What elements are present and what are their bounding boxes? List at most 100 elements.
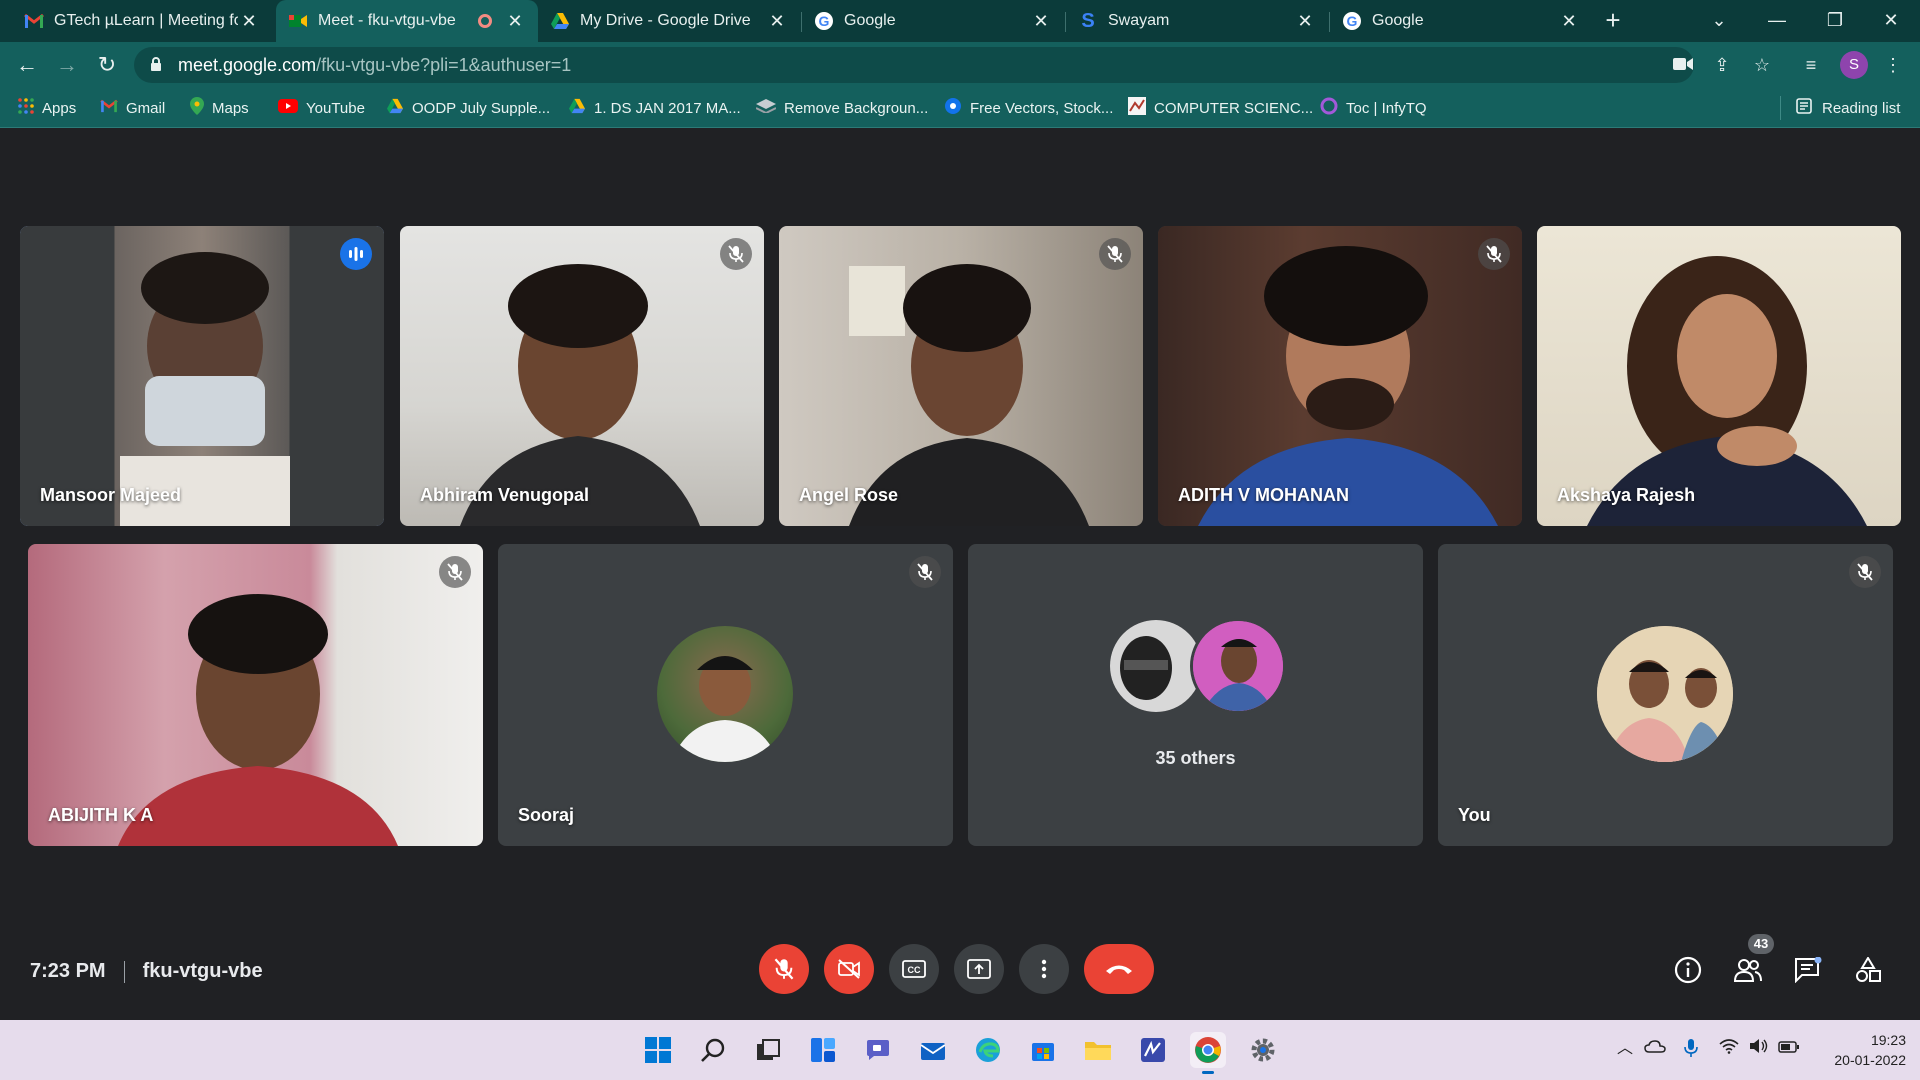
bookmark-freepik[interactable]: Free Vectors, Stock... — [944, 96, 1113, 120]
file-explorer-button[interactable] — [1080, 1032, 1116, 1068]
wifi-icon[interactable] — [1718, 1038, 1740, 1060]
bookmark-label: OODP July Supple... — [412, 99, 551, 117]
widgets-button[interactable] — [805, 1032, 841, 1068]
gear-icon — [1251, 1038, 1275, 1062]
system-clock[interactable]: 19:23 20-01-2022 — [1816, 1030, 1906, 1070]
settings-button[interactable] — [1245, 1032, 1281, 1068]
close-window-button[interactable]: ✕ — [1862, 0, 1920, 42]
info-icon — [1674, 956, 1702, 984]
menu-icon[interactable]: ⋮ — [1880, 52, 1906, 78]
tab-google-1[interactable]: G Google ✕ — [802, 0, 1064, 42]
mic-off-icon — [439, 556, 471, 588]
back-button[interactable]: ← — [12, 50, 42, 80]
chat-button[interactable] — [1790, 952, 1826, 988]
reload-button[interactable]: ↻ — [92, 50, 122, 80]
tab-meet[interactable]: Meet - fku-vtgu-vbe ✕ — [276, 0, 538, 42]
close-tab-icon[interactable]: ✕ — [1558, 11, 1580, 32]
participant-tile-akshaya[interactable]: Akshaya Rajesh — [1537, 226, 1901, 526]
microphone-icon[interactable] — [1680, 1038, 1702, 1060]
tab-drive[interactable]: My Drive - Google Drive ✕ — [538, 0, 800, 42]
chrome-button[interactable] — [1190, 1032, 1226, 1074]
close-tab-icon[interactable]: ✕ — [504, 11, 526, 32]
mail-button[interactable] — [915, 1032, 951, 1068]
mic-off-icon — [1478, 238, 1510, 270]
leave-call-button[interactable] — [1084, 944, 1154, 994]
url-path: /fku-vtgu-vbe?pli=1&authuser=1 — [316, 54, 572, 75]
tab-gtech[interactable]: GTech µLearn | Meeting for ✕ — [12, 0, 272, 42]
forward-button[interactable]: → — [52, 50, 82, 80]
participant-tile-mansoor[interactable]: Mansoor Majeed — [20, 226, 384, 526]
new-tab-button[interactable]: + — [1598, 6, 1628, 36]
store-button[interactable] — [1025, 1032, 1061, 1068]
participant-tile-you[interactable]: You — [1438, 544, 1893, 846]
reading-list-label: Reading list — [1822, 99, 1901, 117]
address-bar[interactable]: meet.google.com/fku-vtgu-vbe?pli=1&authu… — [134, 47, 1694, 83]
mic-off-icon — [1849, 556, 1881, 588]
meeting-info: 7:23 PM fku-vtgu-vbe — [30, 960, 263, 983]
app-button-ink[interactable] — [1135, 1032, 1171, 1068]
show-hidden-icons-button[interactable]: ︿ — [1614, 1038, 1636, 1060]
onedrive-icon[interactable] — [1644, 1038, 1666, 1060]
edge-button[interactable] — [970, 1032, 1006, 1068]
google-icon: G — [814, 11, 834, 31]
close-tab-icon[interactable]: ✕ — [238, 11, 260, 32]
battery-icon[interactable] — [1778, 1038, 1800, 1060]
bookmark-infytq[interactable]: Toc | InfyTQ — [1320, 96, 1427, 120]
meeting-details-button[interactable] — [1670, 952, 1706, 988]
bookmark-youtube[interactable]: YouTube — [278, 96, 365, 120]
teams-chat-button[interactable] — [860, 1032, 896, 1068]
bookmark-gmail[interactable]: Gmail — [100, 96, 165, 120]
bookmark-oodp[interactable]: OODP July Supple... — [386, 96, 550, 120]
participant-avatar — [1597, 626, 1733, 762]
lock-icon — [150, 56, 162, 74]
participant-tile-sooraj[interactable]: Sooraj — [498, 544, 953, 846]
camera-icon[interactable] — [1670, 52, 1696, 78]
activities-button[interactable] — [1850, 952, 1886, 988]
restore-button[interactable]: ❐ — [1806, 0, 1864, 42]
youtube-icon — [278, 99, 298, 117]
close-tab-icon[interactable]: ✕ — [1030, 11, 1052, 32]
drive-icon — [386, 98, 404, 118]
media-control-icon[interactable]: ≡ — [1798, 52, 1824, 78]
present-screen-button[interactable] — [954, 944, 1004, 994]
profile-avatar[interactable]: S — [1840, 51, 1868, 79]
windows-logo-icon — [645, 1037, 671, 1063]
participant-tile-others[interactable]: 35 others — [968, 544, 1423, 846]
google-icon: G — [1342, 11, 1362, 31]
participant-tile-adith[interactable]: ADITH V MOHANAN — [1158, 226, 1522, 526]
close-tab-icon[interactable]: ✕ — [1294, 11, 1316, 32]
participant-video — [1537, 226, 1901, 526]
tab-search-icon[interactable]: ⌄ — [1690, 0, 1748, 42]
meet-icon — [288, 11, 308, 31]
toggle-camera-button[interactable] — [824, 944, 874, 994]
start-button[interactable] — [640, 1032, 676, 1068]
more-options-button[interactable] — [1019, 944, 1069, 994]
tab-title: Meet - fku-vtgu-vbe — [318, 12, 456, 29]
captions-button[interactable]: CC — [889, 944, 939, 994]
participant-avatar — [657, 626, 793, 762]
tab-google-2[interactable]: G Google ✕ — [1330, 0, 1592, 42]
drive-icon — [550, 11, 570, 31]
bookmark-remove-bg[interactable]: Remove Backgroun... — [755, 96, 928, 120]
reading-list-button[interactable]: Reading list — [1796, 96, 1900, 120]
tab-title: GTech µLearn | Meeting for — [54, 12, 238, 29]
participant-tile-abhiram[interactable]: Abhiram Venugopal — [400, 226, 764, 526]
bookmark-maps[interactable]: Maps — [190, 96, 249, 120]
participant-tile-abijith[interactable]: ABIJITH K A — [28, 544, 483, 846]
search-button[interactable] — [695, 1032, 731, 1068]
participant-tile-angel[interactable]: Angel Rose — [779, 226, 1143, 526]
bookmark-label: Gmail — [126, 99, 166, 117]
close-tab-icon[interactable]: ✕ — [766, 11, 788, 32]
participants-button[interactable] — [1730, 952, 1766, 988]
bookmark-computer-science[interactable]: COMPUTER SCIENC... — [1128, 96, 1313, 120]
bookmark-apps[interactable]: Apps — [18, 96, 76, 120]
bookmark-star-icon[interactable]: ☆ — [1749, 52, 1775, 78]
tab-title: Google — [844, 12, 896, 29]
minimize-button[interactable]: — — [1748, 0, 1806, 42]
task-view-button[interactable] — [750, 1032, 786, 1068]
tab-swayam[interactable]: S Swayam ✕ — [1066, 0, 1328, 42]
toggle-mic-button[interactable] — [759, 944, 809, 994]
share-icon[interactable]: ⇪ — [1709, 52, 1735, 78]
bookmark-ds-jan[interactable]: 1. DS JAN 2017 MA... — [568, 96, 741, 120]
volume-icon[interactable] — [1748, 1038, 1770, 1060]
